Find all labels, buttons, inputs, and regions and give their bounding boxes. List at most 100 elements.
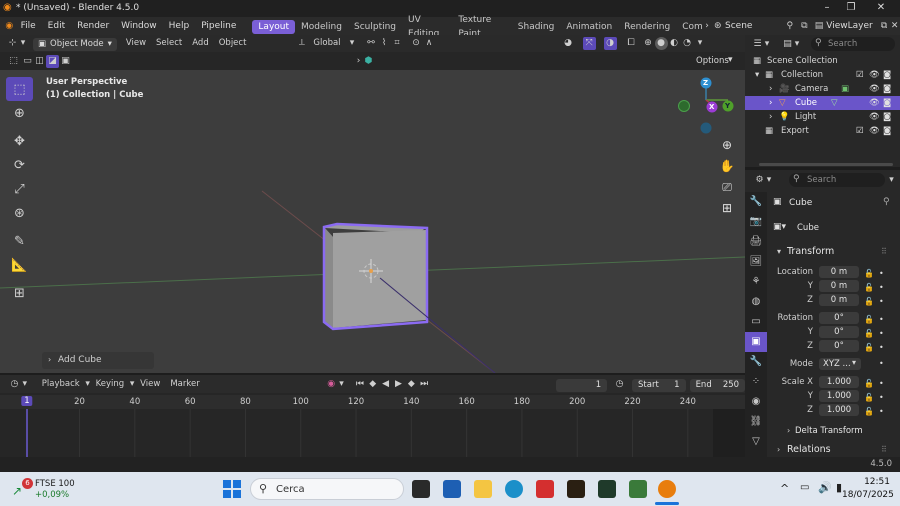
clock-date[interactable]: 18/07/2025 <box>842 490 894 500</box>
tab-sculpting[interactable]: Sculpting <box>348 20 402 34</box>
close-icon[interactable]: ✕ <box>874 1 888 15</box>
transform-panel-header[interactable]: Transform <box>787 246 834 257</box>
select-intersect-icon[interactable]: ▣ <box>59 55 72 68</box>
stock-widget[interactable]: ↗ 6 FTSE 100 +0,09% <box>10 478 75 502</box>
last-operator-panel[interactable]: › Add Cube <box>42 352 154 369</box>
snap-target-icon[interactable]: ⌗ <box>391 37 404 50</box>
timeline-ruler[interactable]: 1 20 40 60 80 100 120 140 160 180 200 220 240 <box>0 395 745 409</box>
menu-marker[interactable]: Marker <box>165 376 204 393</box>
scale-z-field[interactable]: 1.000 <box>819 404 859 416</box>
camera-render-icon[interactable]: ◙ <box>883 68 891 82</box>
rotation-y-field[interactable]: 0° <box>819 326 859 338</box>
menu-edit[interactable]: Edit <box>42 17 71 35</box>
tab-constraints-icon[interactable]: ⛓ <box>745 412 767 432</box>
delta-transform-header[interactable]: Delta Transform <box>795 426 863 436</box>
maximize-icon[interactable]: ❐ <box>844 1 858 15</box>
tab-modifiers-icon[interactable]: 🔧 <box>745 352 767 372</box>
keyframe-dot-icon[interactable]: • <box>879 359 884 368</box>
tab-view-layer-icon[interactable]: 🖼 <box>745 252 767 272</box>
rotation-x-field[interactable]: 0° <box>819 312 859 324</box>
tab-object-icon[interactable]: ▣ <box>745 332 767 352</box>
jump-end-icon[interactable]: ⏭ <box>418 378 431 391</box>
overlay-toggle-icon[interactable]: ◑ <box>603 37 617 50</box>
menu-pipeline[interactable]: Pipeline <box>195 17 242 35</box>
eye-icon[interactable]: 👁 <box>869 124 880 138</box>
chevron-down-icon[interactable]: ▾ <box>346 37 359 50</box>
next-keyframe-icon[interactable]: ◆ <box>405 378 418 391</box>
mode-selector[interactable]: ▣ Object Mode ▾ <box>33 38 117 51</box>
keyframe-dot-icon[interactable]: • • • <box>879 313 884 355</box>
menu-select[interactable]: Select <box>151 35 187 52</box>
outliner-row-cube[interactable]: › ▽ Cube ▽ 👁 ◙ <box>745 96 900 110</box>
outliner-row-light[interactable]: › 💡 Light 👁 ◙ <box>745 110 900 124</box>
volume-icon[interactable]: 🔊 <box>818 481 832 494</box>
file-explorer-icon[interactable] <box>474 480 492 498</box>
app-circuit-icon[interactable] <box>598 480 616 498</box>
gizmo-y-label[interactable]: Y <box>725 102 730 110</box>
windows-start-icon[interactable] <box>223 480 241 498</box>
chevron-down-icon[interactable]: ▾ <box>765 174 773 187</box>
perspective-toggle-icon[interactable]: ⊞ <box>716 197 738 219</box>
jump-start-icon[interactable]: ⏮ <box>353 378 366 391</box>
record-icon[interactable]: ◉ <box>325 378 338 391</box>
app-green-icon[interactable] <box>629 480 647 498</box>
checkbox-icon[interactable]: ☑ <box>856 68 864 82</box>
tab-world-icon[interactable]: ◍ <box>745 292 767 312</box>
cursor-tool-icon[interactable]: ⊕ <box>6 101 33 125</box>
falloff-icon[interactable]: ∧ <box>423 37 436 50</box>
chevron-down-icon[interactable]: ▾ <box>19 37 27 50</box>
lock-icon[interactable]: 🔓 🔓 🔓 <box>864 377 874 419</box>
chevron-down-icon[interactable]: ▾ <box>338 378 346 391</box>
prev-keyframe-icon[interactable]: ◆ <box>366 378 379 391</box>
app-red-icon[interactable] <box>536 480 554 498</box>
pin-icon[interactable]: ⚲ <box>784 20 795 33</box>
drag-handle-icon[interactable]: ⠿ <box>881 247 887 256</box>
menu-file[interactable]: File <box>15 17 42 35</box>
transform-orientation-icon[interactable]: ⟂ <box>295 37 308 50</box>
rotate-tool-icon[interactable]: ⟳ <box>6 153 33 177</box>
tab-physics-icon[interactable]: ◉ <box>745 392 767 412</box>
scale-tool-icon[interactable]: ⤢ <box>6 177 33 201</box>
menu-playback[interactable]: Playback <box>37 376 85 393</box>
chevron-right-icon[interactable]: › <box>777 445 780 454</box>
chevron-down-icon[interactable]: ▾ <box>694 37 707 50</box>
select-subtract-icon[interactable]: ◪ <box>46 55 59 68</box>
tab-shading[interactable]: Shading <box>512 20 561 34</box>
tab-rendering[interactable]: Rendering <box>618 20 676 34</box>
editor-type-icon[interactable]: ⊹ <box>6 37 19 50</box>
chevron-right-icon[interactable]: › <box>769 82 772 96</box>
orientation-selector[interactable]: Global <box>308 35 345 52</box>
keyframe-dot-icon[interactable]: • • • <box>879 267 884 309</box>
camera-render-icon[interactable]: ◙ <box>883 96 891 110</box>
move-tool-icon[interactable]: ✥ <box>6 129 33 153</box>
location-y-field[interactable]: 0 m <box>819 280 859 292</box>
rendered-shading-icon[interactable]: ◔ <box>681 37 694 50</box>
outliner-search-input[interactable]: ⚲ Search <box>811 37 895 51</box>
chevron-down-icon[interactable]: ▾ <box>793 38 801 51</box>
tab-data-icon[interactable]: ▽ <box>745 432 767 452</box>
outliner-scrollbar[interactable] <box>759 163 893 166</box>
current-frame-field[interactable]: 1 <box>555 378 608 392</box>
drag-handle-icon[interactable]: ⠿ <box>881 445 887 454</box>
menu-help[interactable]: Help <box>163 17 196 35</box>
wireframe-shading-icon[interactable]: ⊕ <box>642 37 655 50</box>
camera-render-icon[interactable]: ◙ <box>883 82 891 96</box>
chevron-right-icon[interactable]: › <box>769 110 772 124</box>
eye-icon[interactable]: 👁 <box>869 82 880 96</box>
tab-collection-icon[interactable]: ▭ <box>745 312 767 332</box>
menu-object[interactable]: Object <box>214 35 252 52</box>
camera-render-icon[interactable]: ◙ <box>883 110 891 124</box>
menu-view[interactable]: View <box>135 376 165 393</box>
add-cube-tool-icon[interactable]: ⊞ <box>6 281 33 305</box>
solid-shading-icon[interactable]: ● <box>654 37 668 50</box>
camera-render-icon[interactable]: ◙ <box>883 124 891 138</box>
taskbar-search-input[interactable]: ⚲ Cerca <box>250 478 404 500</box>
camera-view-icon[interactable]: ⎚ <box>716 176 738 198</box>
visibility-icon[interactable]: ◕ <box>562 37 575 50</box>
options-dropdown[interactable]: Options <box>696 56 729 66</box>
properties-search-input[interactable]: ⚲ Search <box>789 173 885 187</box>
object-datablock-name[interactable]: Cube <box>797 223 819 233</box>
play-icon[interactable]: ▶ <box>392 378 405 391</box>
measure-tool-icon[interactable]: 📐 <box>6 253 33 277</box>
tab-render-icon[interactable]: 📷 <box>745 212 767 232</box>
